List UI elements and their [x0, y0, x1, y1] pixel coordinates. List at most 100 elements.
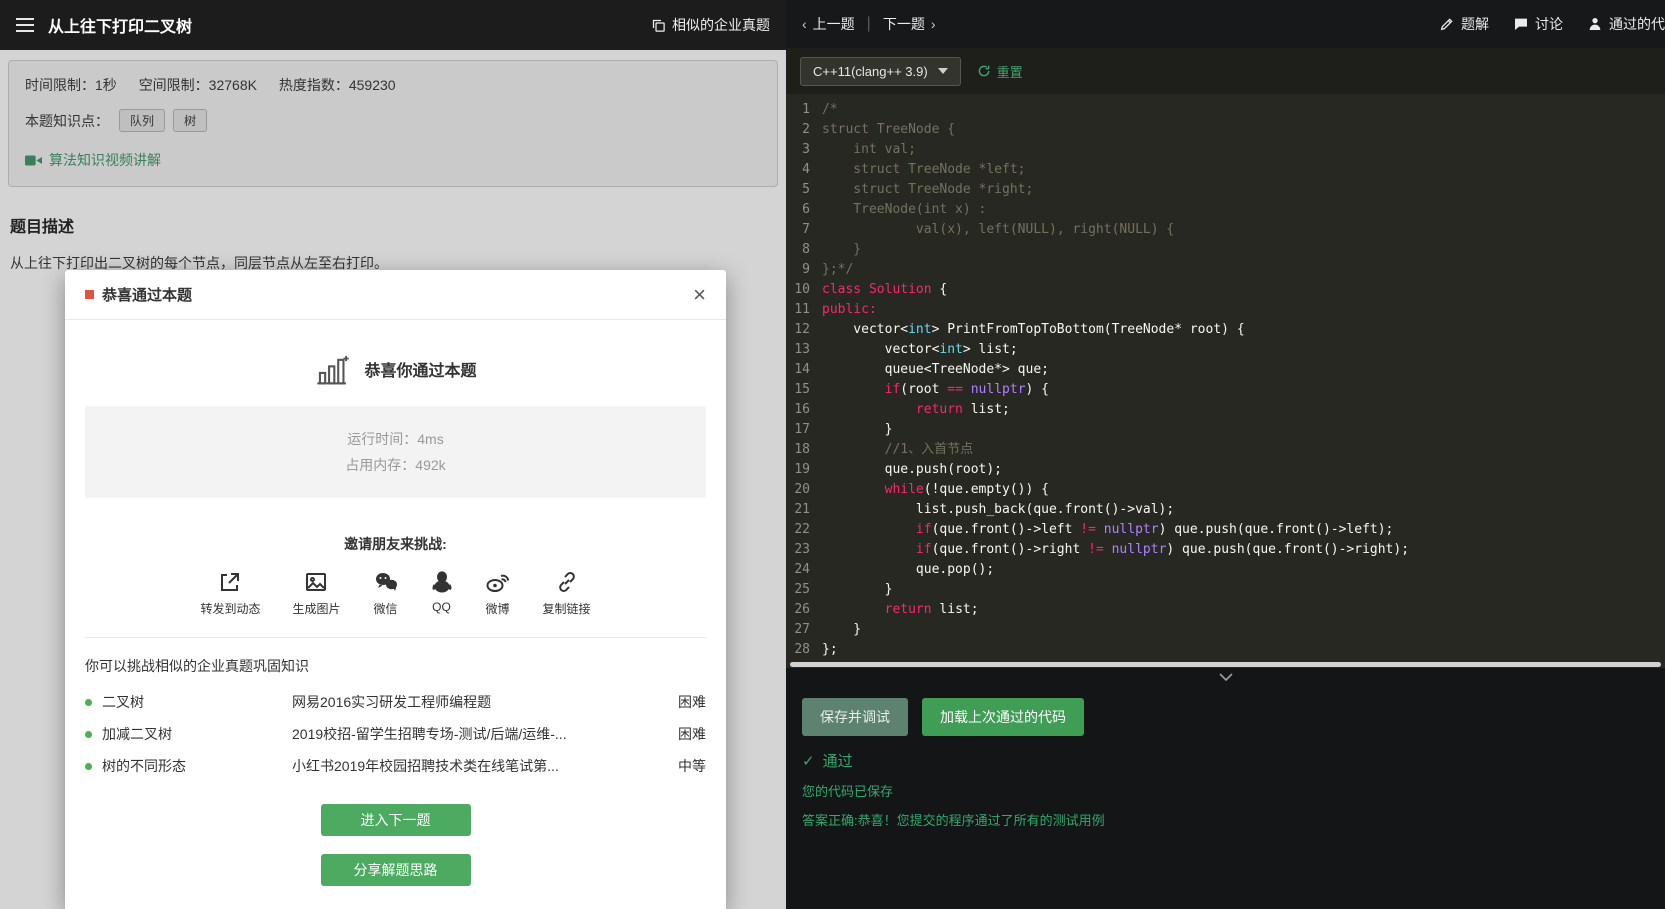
- code-line[interactable]: 17 }: [786, 420, 1665, 440]
- code-line[interactable]: 10 class Solution {: [786, 280, 1665, 300]
- load-last-passed-button[interactable]: 加载上次通过的代码: [922, 698, 1084, 736]
- share-wechat-label: 微信: [373, 602, 398, 616]
- next-problem-button[interactable]: 进入下一题: [320, 804, 471, 836]
- share-wechat[interactable]: 微信: [373, 570, 399, 617]
- code-line[interactable]: 5 struct TreeNode *right;: [786, 180, 1665, 200]
- code-line[interactable]: 3 int val;: [786, 140, 1665, 160]
- code-line[interactable]: 24 que.pop();: [786, 560, 1665, 580]
- language-select[interactable]: C++11(clang++ 3.9): [800, 56, 961, 86]
- video-tutorial-link[interactable]: 算法知识视频讲解: [25, 150, 161, 170]
- prev-problem-label: 上一题: [812, 16, 855, 32]
- limits-line: 时间限制：1秒 空间限制：32768K 热度指数：459230: [25, 75, 761, 95]
- next-problem-link[interactable]: 下一题 ›: [883, 14, 936, 34]
- discussion-link[interactable]: 讨论: [1513, 14, 1563, 34]
- code-text: que.push(root);: [822, 462, 1003, 477]
- code-line[interactable]: 27 }: [786, 620, 1665, 640]
- code-line[interactable]: 25 }: [786, 580, 1665, 600]
- similar-problem-row[interactable]: 二叉树 网易2016实习研发工程师编程题 困难: [85, 686, 706, 718]
- code-editor[interactable]: 1/* 2 struct TreeNode {3 int val; 4 struct …: [786, 94, 1665, 660]
- similar-problem-row[interactable]: 树的不同形态 小红书2019年校园招聘技术类在线笔试第... 中等: [85, 750, 706, 782]
- code-text: if(que.front()->left != nullptr) que.pus…: [915, 522, 1394, 537]
- share-image[interactable]: 生成图片: [292, 570, 341, 617]
- code-line[interactable]: 2 struct TreeNode {: [786, 120, 1665, 140]
- line-number: 11: [794, 302, 810, 317]
- chevron-down-icon: [1218, 673, 1233, 681]
- problem-difficulty: 困难: [678, 726, 706, 742]
- line-number: 6: [802, 202, 810, 217]
- code-line[interactable]: 19 que.push(root);: [786, 460, 1665, 480]
- code-line[interactable]: 12 vector<int> PrintFromTopToBottom(Tree…: [786, 320, 1665, 340]
- code-text: vector<int> list;: [822, 342, 1018, 357]
- code-line[interactable]: 4 struct TreeNode *left;: [786, 160, 1665, 180]
- line-number: 26: [794, 602, 810, 617]
- qq-icon: [431, 570, 453, 594]
- line-number: 20: [794, 482, 810, 497]
- similar-problem-row[interactable]: 加减二叉树 2019校招-留学生招聘专场-测试/后端/运维-... 困难: [85, 718, 706, 750]
- share-qq[interactable]: QQ: [431, 570, 453, 617]
- check-icon: ✓: [802, 752, 815, 770]
- problem-title: 从上往下打印二叉树: [48, 19, 193, 36]
- code-line[interactable]: 9};*/: [786, 260, 1665, 280]
- code-line[interactable]: 13 vector<int> list;: [786, 340, 1665, 360]
- share-row: 转发到动态 生成图片 微信 QQ 微博 复制链接: [65, 570, 726, 617]
- code-text: }: [822, 422, 893, 437]
- similar-problems-link[interactable]: 相似的企业真题: [651, 15, 770, 35]
- code-line[interactable]: 16 return list;: [786, 400, 1665, 420]
- line-number: 28: [794, 642, 810, 657]
- code-text: struct TreeNode *right;: [822, 182, 1034, 197]
- code-line[interactable]: 8 }: [786, 240, 1665, 260]
- wechat-icon: [373, 570, 399, 594]
- code-line[interactable]: 7 val(x), left(NULL), right(NULL) {: [786, 220, 1665, 240]
- code-nav: ‹ 上一题 | 下一题 › 题解 讨论 通过的代: [786, 0, 1665, 48]
- code-line[interactable]: 26 return list;: [786, 600, 1665, 620]
- code-line[interactable]: 15 if(root == nullptr) {: [786, 380, 1665, 400]
- problem-name: 二叉树: [102, 694, 144, 710]
- save-debug-button[interactable]: 保存并调试: [802, 698, 908, 736]
- code-line[interactable]: 14 queue<TreeNode*> que;: [786, 360, 1665, 380]
- solution-explain-link[interactable]: 题解: [1439, 14, 1489, 34]
- line-number: 7: [802, 222, 810, 237]
- code-line[interactable]: 28};: [786, 640, 1665, 660]
- problem-name: 加减二叉树: [102, 726, 172, 742]
- code-line[interactable]: 21 list.push_back(que.front()->val);: [786, 500, 1665, 520]
- code-text: queue<TreeNode*> que;: [822, 362, 1049, 377]
- reset-icon: [977, 64, 991, 78]
- code-line[interactable]: 23 if(que.front()->right != nullptr) que…: [786, 540, 1665, 560]
- code-line[interactable]: 18 //1、入首节点: [786, 440, 1665, 460]
- line-number: 1: [802, 102, 810, 117]
- menu-icon[interactable]: [16, 18, 34, 32]
- runtime-stat: 运行时间：4ms: [347, 431, 444, 447]
- code-line[interactable]: 22 if(que.front()->left != nullptr) que.…: [786, 520, 1665, 540]
- editor-hscrollbar[interactable]: [786, 660, 1665, 668]
- result-message: 答案正确:恭喜！您提交的程序通过了所有的测试用例: [802, 813, 1105, 828]
- congrats-row: 恭喜你通过本题: [65, 352, 726, 386]
- tag-queue[interactable]: 队列: [119, 109, 166, 132]
- code-text: TreeNode(int x) :: [822, 202, 987, 217]
- challenge-hint: 你可以挑战相似的企业真题巩固知识: [85, 658, 309, 674]
- line-number: 15: [794, 382, 810, 397]
- close-icon[interactable]: ×: [693, 283, 706, 306]
- share-solution-button[interactable]: 分享解题思路: [320, 854, 471, 886]
- code-line[interactable]: 6 TreeNode(int x) :: [786, 200, 1665, 220]
- collapse-editor-handle[interactable]: [786, 668, 1665, 686]
- share-weibo[interactable]: 微博: [485, 570, 511, 617]
- code-lines[interactable]: 1/* 2 struct TreeNode {3 int val; 4 struct …: [786, 100, 1665, 660]
- result-area: ✓ 通过 您的代码已保存 答案正确:恭喜！您提交的程序通过了所有的测试用例: [786, 736, 1665, 843]
- weibo-icon: [485, 570, 511, 594]
- code-line[interactable]: 1 /*: [786, 100, 1665, 120]
- reset-code-button[interactable]: 重置: [977, 62, 1023, 81]
- share-copy-link[interactable]: 复制链接: [543, 570, 591, 617]
- passed-code-link[interactable]: 通过的代码: [1587, 14, 1665, 34]
- share-forward[interactable]: 转发到动态: [200, 570, 260, 617]
- problem-meta-box: 时间限制：1秒 空间限制：32768K 热度指数：459230 本题知识点： 队…: [8, 60, 778, 187]
- code-text: }: [822, 242, 862, 257]
- code-line[interactable]: 11 public:: [786, 300, 1665, 320]
- line-number: 14: [794, 362, 810, 377]
- result-status: ✓ 通过: [802, 750, 1649, 771]
- code-line[interactable]: 20 while(!que.empty()) {: [786, 480, 1665, 500]
- tag-tree[interactable]: 树: [173, 109, 208, 132]
- prev-problem-link[interactable]: ‹ 上一题: [802, 14, 855, 34]
- line-number: 22: [794, 522, 810, 537]
- share-qq-label: QQ: [432, 600, 451, 614]
- code-text: val(x), left(NULL), right(NULL) {: [822, 222, 1175, 237]
